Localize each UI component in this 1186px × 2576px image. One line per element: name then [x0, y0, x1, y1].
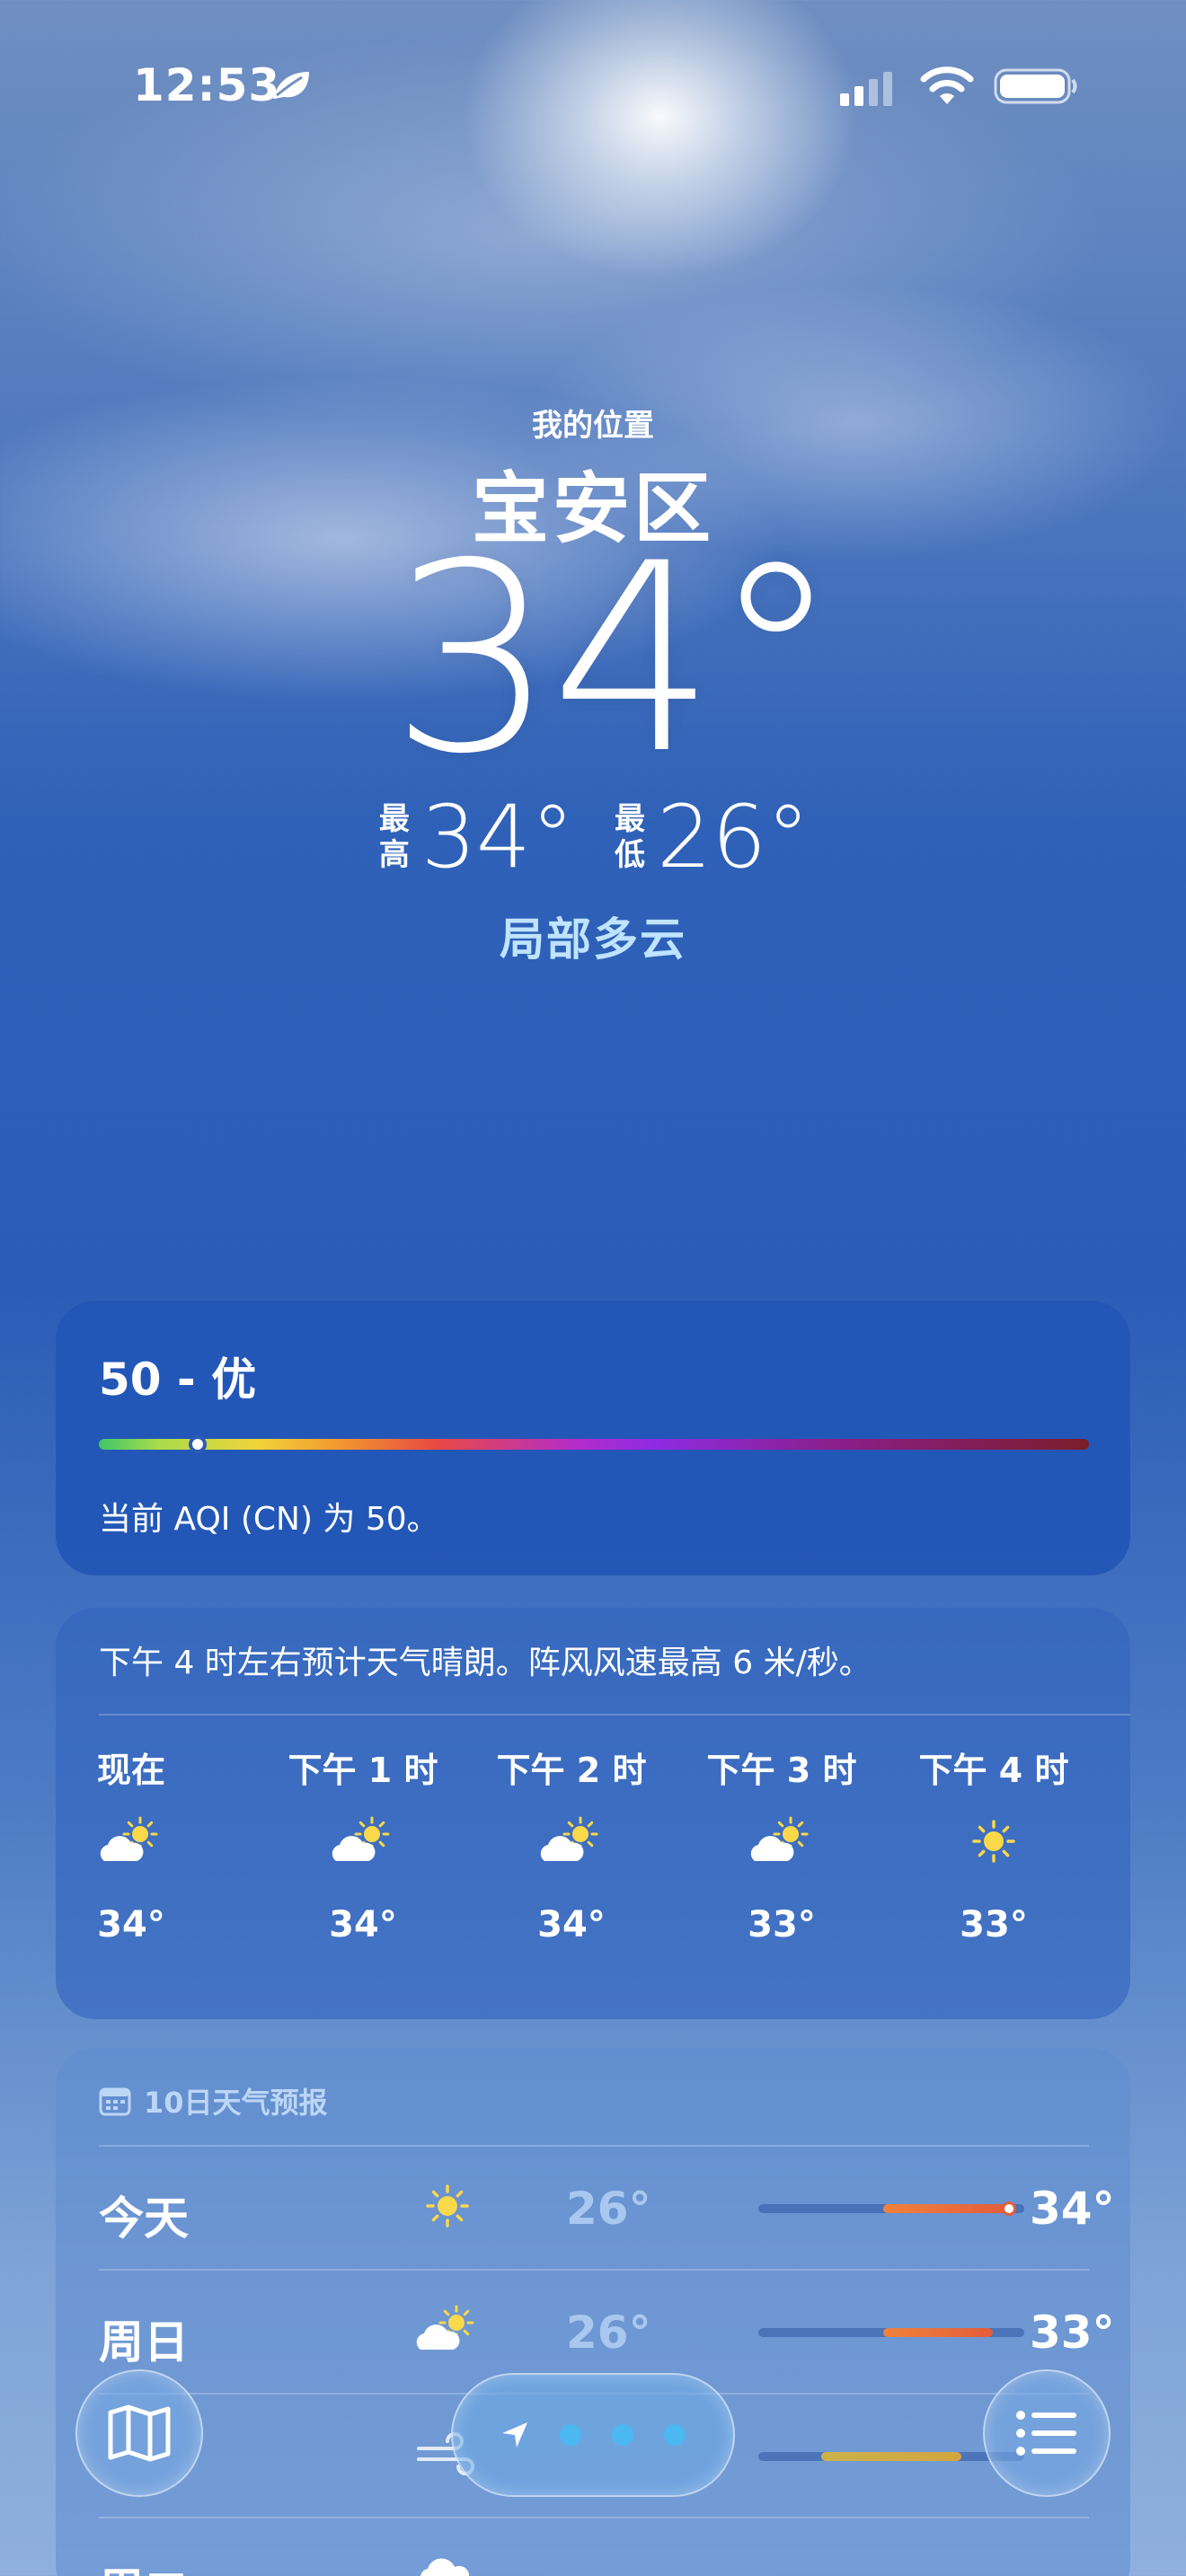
hour-label: 现在 — [96, 1751, 165, 1790]
leaf-icon — [273, 72, 309, 99]
current-temperature-dot — [1001, 2201, 1016, 2216]
temperature-range-fill — [883, 2328, 994, 2337]
status-time: 12:53 — [133, 59, 281, 111]
temperature-range-bar — [758, 2452, 1024, 2461]
low-label: 最低 — [615, 801, 645, 873]
page-dot[interactable] — [612, 2424, 633, 2446]
high-low-temperatures: 最高 34° 最低 26° — [0, 794, 1186, 880]
map-icon — [108, 2404, 171, 2462]
page-dot[interactable] — [664, 2424, 686, 2446]
hourly-item: 下午 3 — [1111, 1742, 1130, 1945]
hour-temperature: 34° — [97, 1904, 165, 1945]
hour-temperature: 33° — [960, 1904, 1028, 1945]
hour-temperature: 3 — [1111, 1904, 1130, 1945]
hourly-forecast-card[interactable]: 下午 4 时左右预计天气晴朗。阵风风速最高 6 米/秒。 现在 34° 下午 1 时… — [56, 1608, 1130, 2019]
temperature-range-bar — [758, 2328, 1024, 2337]
location-label: 我的位置 — [532, 408, 654, 444]
hourly-item: 下午 2 时 34° — [491, 1742, 652, 1945]
aqi-value: 50 - 优 — [99, 1354, 257, 1406]
cellular-signal-icon — [840, 72, 892, 106]
hour-temperature: 34° — [329, 1904, 397, 1945]
hour-temperature: 33° — [748, 1904, 816, 1945]
locations-list-button[interactable] — [983, 2369, 1111, 2497]
list-icon — [1016, 2411, 1076, 2456]
wifi-icon — [920, 66, 974, 104]
hour-label: 下午 1 时 — [288, 1751, 438, 1790]
partly-sunny-icon — [416, 2305, 474, 2350]
day-name: 周二 — [99, 2554, 189, 2576]
temperature-range-fill — [883, 2204, 1009, 2213]
high-temperature: 34° — [420, 787, 574, 887]
temperature-range-bar — [758, 2201, 1024, 2216]
ten-day-title: 10日天气预报 — [144, 2086, 328, 2120]
hourly-item: 下午 4 时 33° — [913, 1742, 1075, 1945]
partly-sunny-icon — [750, 1816, 809, 1861]
temperature-range-fill — [820, 2452, 962, 2461]
day-low-temperature: 26° — [566, 2307, 651, 2359]
weather-condition: 局部多云 — [500, 913, 686, 966]
current-temperature: 34° — [389, 508, 841, 811]
day-row[interactable]: 今天 26° 34° — [99, 2147, 1115, 2269]
aqi-scale-bar — [99, 1439, 1089, 1450]
low-temperature: 26° — [657, 787, 810, 887]
sun-icon — [426, 2184, 469, 2228]
hourly-item: 下午 3 时 33° — [701, 1742, 863, 1945]
hour-label: 下午 3 时 — [706, 1751, 857, 1790]
partly-sunny-icon — [540, 1816, 598, 1861]
day-name: 今天 — [99, 2192, 189, 2245]
ten-day-header: 10日天气预报 — [99, 2080, 328, 2122]
calendar-icon — [99, 2087, 131, 2116]
hour-label: 下午 4 时 — [918, 1751, 1069, 1790]
page-indicator[interactable] — [451, 2373, 735, 2497]
day-name: 周日 — [99, 2316, 189, 2369]
sun-icon — [972, 1820, 1015, 1863]
page-dot[interactable] — [560, 2424, 581, 2446]
battery-icon — [994, 68, 1077, 104]
partly-sunny-icon — [100, 1816, 158, 1861]
hourly-summary: 下午 4 时左右预计天气晴朗。阵风风速最高 6 米/秒。 — [99, 1645, 872, 1681]
day-low-temperature: 26° — [566, 2183, 651, 2235]
day-row[interactable]: 周二 — [99, 2519, 1089, 2576]
hour-label: 下午 — [1111, 1742, 1130, 1793]
high-label: 最高 — [378, 801, 410, 873]
hour-temperature: 34° — [537, 1904, 606, 1945]
day-high-temperature: 34° — [1030, 2183, 1115, 2235]
divider — [99, 1714, 1130, 1716]
partly-sunny-icon — [332, 1816, 390, 1861]
rain-cloud-icon — [420, 2558, 470, 2576]
hour-label: 下午 2 时 — [496, 1751, 647, 1790]
aqi-description: 当前 AQI (CN) 为 50。 — [99, 1501, 439, 1538]
air-quality-card[interactable]: 50 - 优 当前 AQI (CN) 为 50。 — [56, 1301, 1130, 1575]
map-button[interactable] — [75, 2369, 203, 2497]
hourly-item: 下午 1 时 34° — [282, 1742, 444, 1945]
location-arrow-icon — [502, 2422, 527, 2448]
hourly-item: 现在 34° — [56, 1742, 212, 1945]
aqi-indicator-dot — [189, 1435, 208, 1453]
day-high-temperature: 33° — [1030, 2307, 1115, 2359]
